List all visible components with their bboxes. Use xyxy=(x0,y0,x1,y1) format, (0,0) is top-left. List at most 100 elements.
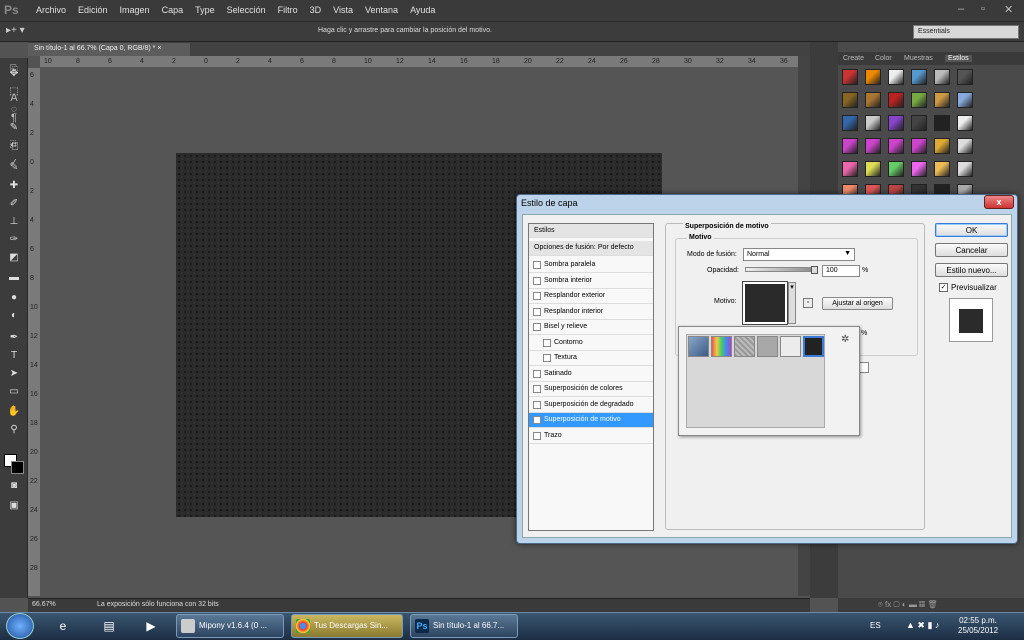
taskbar-chrome[interactable]: Tus Descargas Sin... xyxy=(291,614,403,638)
quick-mask-icon[interactable]: ◙ xyxy=(4,478,24,494)
pattern-preview[interactable] xyxy=(742,281,788,325)
move-tool-preset-icon[interactable]: ▸+ ▾ xyxy=(6,25,25,36)
history-brush-icon[interactable]: ✑ xyxy=(4,232,24,248)
menu-capa[interactable]: Capa xyxy=(156,5,190,15)
style-item[interactable]: Textura xyxy=(529,351,653,366)
style-swatch[interactable] xyxy=(888,161,904,177)
opacity-input[interactable]: 100 xyxy=(822,265,860,277)
style-swatch[interactable] xyxy=(865,92,881,108)
style-swatch[interactable] xyxy=(911,138,927,154)
link-checkbox[interactable] xyxy=(859,362,869,373)
background-color-swatch[interactable] xyxy=(11,461,24,474)
style-checkbox[interactable] xyxy=(533,323,541,331)
new-style-button[interactable]: Estilo nuevo... xyxy=(935,263,1008,277)
screen-mode-icon[interactable]: ▣ xyxy=(4,498,24,514)
pattern-picker-arrow-icon[interactable]: ▾ xyxy=(788,282,796,324)
shape-tool-icon[interactable]: ▭ xyxy=(4,384,24,400)
style-swatch[interactable] xyxy=(957,92,973,108)
style-checkbox[interactable] xyxy=(533,385,541,393)
style-item[interactable]: Resplandor exterior xyxy=(529,289,653,304)
style-swatch[interactable] xyxy=(957,138,973,154)
tab-muestras[interactable]: Muestras xyxy=(904,55,933,62)
menu-archivo[interactable]: Archivo xyxy=(30,5,72,15)
style-swatch[interactable] xyxy=(888,69,904,85)
paragraph-panel-icon[interactable]: ¶ xyxy=(6,112,22,128)
style-swatch[interactable] xyxy=(842,138,858,154)
maximize-icon[interactable]: ▫ xyxy=(981,3,985,15)
gradient-tool-icon[interactable]: ▬ xyxy=(4,270,24,286)
style-swatch[interactable] xyxy=(911,92,927,108)
style-checkbox[interactable] xyxy=(543,338,551,347)
taskbar-mipony[interactable]: Mipony v1.6.4 (0 ... xyxy=(176,614,284,638)
style-swatch[interactable] xyxy=(865,161,881,177)
close-icon[interactable]: ✕ xyxy=(1004,3,1013,16)
tab-color[interactable]: Color xyxy=(875,55,892,62)
style-swatch[interactable] xyxy=(934,138,950,154)
style-checkbox[interactable] xyxy=(533,276,541,285)
stamp-tool-icon[interactable]: ⊥ xyxy=(4,214,24,230)
style-checkbox[interactable] xyxy=(533,400,541,409)
style-swatch[interactable] xyxy=(934,115,950,131)
cancel-button[interactable]: Cancelar xyxy=(935,243,1008,257)
menu-vista[interactable]: Vista xyxy=(327,5,359,15)
style-swatch[interactable] xyxy=(842,161,858,177)
close-tab-icon[interactable]: × xyxy=(157,45,161,52)
style-item[interactable]: Trazo xyxy=(529,429,653,444)
style-item[interactable]: Bisel y relieve xyxy=(529,320,653,335)
character-panel-icon[interactable]: A xyxy=(6,92,22,108)
brush-tool-icon[interactable]: ✐ xyxy=(4,196,24,212)
new-preset-icon[interactable]: ▫ xyxy=(803,298,813,308)
menu-3d[interactable]: 3D xyxy=(304,5,328,15)
dodge-tool-icon[interactable]: ◐ xyxy=(4,308,24,324)
dialog-close-button[interactable]: x xyxy=(984,195,1014,209)
style-swatch[interactable] xyxy=(957,115,973,131)
taskbar-photoshop[interactable]: Ps Sin título-1 al 66.7... xyxy=(410,614,518,638)
gear-icon[interactable]: ✲ xyxy=(841,334,849,345)
style-checkbox[interactable] xyxy=(533,307,541,316)
style-checkbox[interactable] xyxy=(533,261,541,269)
pattern-gray-granite[interactable] xyxy=(780,336,801,357)
pen-tool-icon[interactable]: ✒ xyxy=(4,330,24,346)
menu-filtro[interactable]: Filtro xyxy=(272,5,304,15)
tab-create[interactable]: Create xyxy=(843,55,864,62)
history-panel-icon[interactable]: ⎘ xyxy=(6,64,22,80)
style-checkbox[interactable] xyxy=(533,292,541,300)
windows-start-icon[interactable] xyxy=(6,613,34,639)
style-checkbox[interactable] xyxy=(533,431,541,440)
style-swatch[interactable] xyxy=(888,138,904,154)
style-swatch[interactable] xyxy=(911,115,927,131)
menu-ventana[interactable]: Ventana xyxy=(359,5,404,15)
pattern-laid-horizontal[interactable] xyxy=(734,336,755,357)
pattern-fine-grain[interactable] xyxy=(757,336,778,357)
tray-icons[interactable]: ▲ ✖ ▮ ♪ xyxy=(906,620,939,631)
pattern-bubbles[interactable] xyxy=(688,336,709,357)
menu-imagen[interactable]: Imagen xyxy=(114,5,156,15)
zoom-tool-icon[interactable]: ⚲ xyxy=(4,422,24,438)
explorer-folder-icon[interactable]: ▤ xyxy=(92,615,126,637)
snap-to-origin-button[interactable]: Ajustar al origen xyxy=(822,297,893,310)
style-swatch[interactable] xyxy=(842,92,858,108)
opacity-slider-thumb[interactable] xyxy=(811,266,818,274)
style-checkbox[interactable]: ✓ xyxy=(533,416,541,424)
ok-button[interactable]: OK xyxy=(935,223,1008,237)
style-item[interactable]: Superposición de colores xyxy=(529,382,653,397)
style-swatch[interactable] xyxy=(957,69,973,85)
internet-explorer-icon[interactable]: e xyxy=(46,615,80,637)
blend-options-item[interactable]: Opciones de fusión: Por defecto xyxy=(529,241,653,256)
blur-tool-icon[interactable]: ● xyxy=(4,290,24,306)
style-item[interactable]: Satinado xyxy=(529,367,653,382)
style-swatch[interactable] xyxy=(865,138,881,154)
brush-presets-icon[interactable]: ✎ xyxy=(6,160,22,176)
style-swatch[interactable] xyxy=(934,92,950,108)
style-swatch[interactable] xyxy=(957,161,973,177)
style-swatch[interactable] xyxy=(934,69,950,85)
zoom-level[interactable]: 66.67% xyxy=(32,601,56,608)
healing-brush-icon[interactable]: ✚ xyxy=(4,178,24,194)
style-swatch[interactable] xyxy=(865,115,881,131)
style-swatch[interactable] xyxy=(842,115,858,131)
minimize-icon[interactable]: – xyxy=(958,3,964,15)
style-checkbox[interactable] xyxy=(543,354,551,362)
style-item[interactable]: Resplandor interior xyxy=(529,305,653,320)
opacity-slider[interactable] xyxy=(745,267,817,272)
blend-mode-select[interactable]: Normal ▼ xyxy=(743,248,855,261)
